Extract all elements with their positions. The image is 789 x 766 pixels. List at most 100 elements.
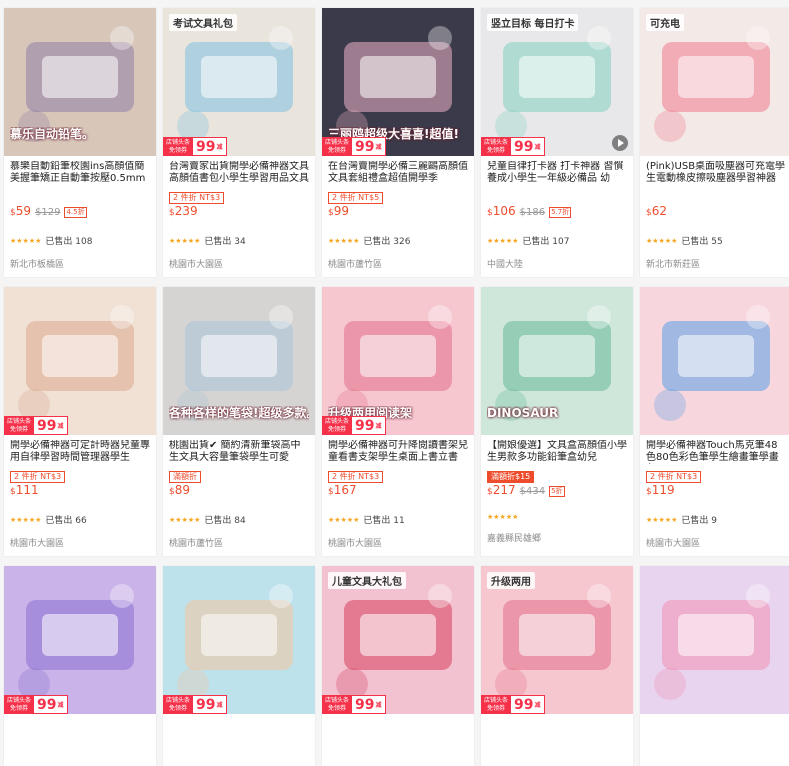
product-card[interactable]: 升级两用阅读架 店铺头条 免领券 99 减開學必備神器可升降閱讀書架兒童看書支架學生桌面… [322, 287, 474, 556]
coupon-tag-line2: 免领券 [327, 425, 346, 433]
product-card[interactable]: 可充电 (Pink)USB桌面吸塵器可充電學生電動橡皮擦吸塵器學習神器 $62 ★★★… [640, 8, 789, 277]
promo-label: 2 件折 NT$3 [328, 471, 384, 483]
product-card[interactable]: DINOSAUR 【開娘優選】文具盒高顏值小學生男款多功能鉛筆盒幼兒 滿額折$15 $… [481, 287, 633, 556]
product-image[interactable]: 三丽鸥超级大喜喜!超值! 店铺头条 免领券 99 减 [322, 8, 474, 156]
price-value: 89 [174, 483, 191, 497]
coupon-badge: 店铺头条 免领券 99 减 [322, 695, 386, 714]
coupon-tag-line2: 免领券 [168, 146, 187, 154]
coupon-unit: 减 [375, 702, 382, 709]
product-title[interactable]: 開學必備神器可定計時器兒童專用自律學習時間管理器學生 [10, 440, 150, 464]
product-card[interactable]: 店铺头条 免领券 99 减開學必備神器可定計時器兒童專用自律學習時間管理器學生 2 件折… [4, 287, 156, 556]
product-title[interactable]: 開學必備神器可升降閱讀書架兒童看書支架學生桌面上書立書 [328, 440, 468, 464]
product-title[interactable]: 桃園出貨✔ 簡約清新筆袋高中生文具大容量筆袋學生可愛 [169, 440, 309, 464]
image-banner-text: 考试文具礼包 [169, 14, 237, 31]
product-image[interactable]: 升级两用阅读架 店铺头条 免领券 99 减 [322, 287, 474, 435]
coupon-badge: 店铺头条 免领券 99 减 [4, 695, 68, 714]
product-title[interactable]: 慕樂自動鉛筆校園ins高顏值簡美握筆矯正自動筆按壓0.5mm [10, 161, 150, 185]
price-value: 167 [333, 483, 357, 497]
play-video-icon[interactable] [612, 135, 628, 151]
product-image[interactable]: 店铺头条 免领券 99 减 [163, 566, 315, 714]
coupon-unit: 减 [375, 144, 382, 151]
price-row: $106 $186 5.7折 [487, 204, 627, 220]
product-image[interactable] [640, 566, 789, 714]
price-row: $111 [10, 483, 150, 499]
product-image[interactable]: 慕乐自动铅笔。 [4, 8, 156, 156]
product-info: 開學必備神器可定計時器兒童專用自律學習時間管理器學生 2 件折 NT$3 $111 ★… [4, 435, 156, 549]
product-card[interactable]: 開學必備神器Touch馬克筆48色80色彩色筆學生繪畫筆學畫必 2 件折 NT$3… [640, 287, 789, 556]
product-image[interactable]: 店铺头条 免领券 99 减 [4, 287, 156, 435]
rating-row: ★★★★★ 已售出 66 [10, 513, 150, 527]
product-grid: 慕乐自动铅笔。 慕樂自動鉛筆校園ins高顏值簡美握筆矯正自動筆按壓0.5mm $59… [0, 0, 789, 766]
discount-badge: 4.5折 [64, 206, 87, 218]
coupon-tag-line1: 店铺头条 [6, 696, 31, 704]
promo-label: 2 件折 NT$5 [328, 192, 384, 204]
product-title[interactable]: 【開娘優選】文具盒高顏值小學生男款多功能鉛筆盒幼兒 [487, 440, 627, 464]
image-headline: DINOSAUR [487, 406, 559, 420]
product-info: 桃園出貨✔ 簡約清新筆袋高中生文具大容量筆袋學生可愛 滿額折 $89 ★★★★★ 已售出… [163, 435, 315, 549]
product-image[interactable]: 店铺头条 免领券 99 减 [4, 566, 156, 714]
coupon-unit: 减 [216, 702, 223, 709]
seller-location: 桃園市蘆竹區 [169, 539, 224, 549]
product-card[interactable]: 升级两用 店铺头条 免领券 99 减 [481, 566, 633, 766]
promo-slot: 滿額折$15 [487, 464, 627, 483]
coupon-tag-line1: 店铺头条 [483, 696, 508, 704]
sold-count: 已售出 108 [45, 237, 93, 247]
seller-location: 桃園市大園區 [646, 539, 701, 549]
product-image[interactable]: 可充电 [640, 8, 789, 156]
rating-stars-icon: ★★★★★ [646, 515, 678, 524]
rating-row: ★★★★★ 已售出 107 [487, 234, 627, 248]
product-card[interactable]: 儿童文具大礼包店铺头条 免领券 99 减 [322, 566, 474, 766]
seller-location: 桃園市大園區 [10, 539, 65, 549]
product-image[interactable]: 考试文具礼包 店铺头条 免领券 99 减 [163, 8, 315, 156]
rating-stars-icon: ★★★★★ [487, 513, 519, 521]
rating-stars-icon: ★★★★★ [328, 515, 360, 524]
promo-slot [646, 185, 786, 198]
product-title[interactable]: 台灣賣家出貨開學必備神器文具高顏值書包小學生學習用品文具 [169, 161, 309, 185]
seller-location: 新北市板橋區 [10, 260, 65, 270]
original-price: $434 [519, 486, 546, 497]
product-title[interactable]: 在台灣賣開學必備三麗鷗高顏值文具套組禮盒超值開學季 [328, 161, 468, 185]
product-card[interactable]: 竖立目标 每日打卡 店铺头条 免领券 99 减兒童自律打卡器 打卡神器 習慣養成小學生一… [481, 8, 633, 277]
product-card[interactable]: 三丽鸥超级大喜喜!超值! 店铺头条 免领券 99 减在台灣賣開學必備三麗鷗高顏值文具套組… [322, 8, 474, 277]
product-title[interactable]: (Pink)USB桌面吸塵器可充電學生電動橡皮擦吸塵器學習神器 [646, 161, 786, 185]
product-illustration [640, 566, 789, 714]
product-image[interactable]: 升级两用 店铺头条 免领券 99 减 [481, 566, 633, 714]
product-image[interactable]: 竖立目标 每日打卡 店铺头条 免领券 99 减 [481, 8, 633, 156]
coupon-amount: 99 [196, 138, 216, 155]
product-card[interactable]: 慕乐自动铅笔。 慕樂自動鉛筆校園ins高顏值簡美握筆矯正自動筆按壓0.5mm $59… [4, 8, 156, 277]
coupon-tag-line1: 店铺头条 [324, 138, 349, 146]
product-image[interactable]: DINOSAUR [481, 287, 633, 435]
product-image[interactable]: 儿童文具大礼包店铺头条 免领券 99 减 [322, 566, 474, 714]
coupon-badge: 店铺头条 免领券 99 减 [481, 695, 545, 714]
product-title[interactable]: 兒童自律打卡器 打卡神器 習慣養成小學生一年級必備品 幼 [487, 161, 627, 185]
image-banner-text: 儿童文具大礼包 [328, 572, 406, 589]
product-image[interactable]: 各种各样的笔袋!超级多款。 [163, 287, 315, 435]
current-price: $89 [169, 483, 191, 497]
coupon-badge: 店铺头条 免领券 99 减 [163, 137, 227, 156]
product-title[interactable]: 開學必備神器Touch馬克筆48色80色彩色筆學生繪畫筆學畫必 [646, 440, 786, 464]
product-card[interactable]: 店铺头条 免领券 99 减 [163, 566, 315, 766]
coupon-tag-line2: 免领券 [486, 704, 505, 712]
product-image[interactable] [640, 287, 789, 435]
rating-stars-icon: ★★★★★ [487, 236, 519, 245]
rating-stars-icon: ★★★★★ [10, 236, 42, 245]
sold-count: 已售出 66 [45, 516, 87, 526]
sold-count: 已售出 55 [681, 237, 723, 247]
product-card[interactable]: 各种各样的笔袋!超级多款。 桃園出貨✔ 簡約清新筆袋高中生文具大容量筆袋學生可愛滿… [163, 287, 315, 556]
seller-location: 嘉義縣民雄鄉 [487, 534, 542, 544]
price-row: $217 $434 5折 [487, 483, 627, 499]
rating-row: ★★★★★ 已售出 84 [169, 513, 309, 527]
coupon-unit: 减 [534, 702, 541, 709]
price-row: $62 [646, 204, 786, 220]
price-row: $119 [646, 483, 786, 499]
promo-label: 2 件折 NT$3 [169, 192, 225, 204]
product-card[interactable] [640, 566, 789, 766]
coupon-badge: 店铺头条 免领券 99 减 [163, 695, 227, 714]
product-card[interactable]: 考试文具礼包 店铺头条 免领券 99 减台灣賣家出貨開學必備神器文具高顏值書包小學生學習… [163, 8, 315, 277]
coupon-amount: 99 [196, 696, 216, 713]
seller-location: 中國大陸 [487, 260, 524, 270]
product-card[interactable]: 店铺头条 免领券 99 减 [4, 566, 156, 766]
product-info: 開學必備神器Touch馬克筆48色80色彩色筆學生繪畫筆學畫必 2 件折 NT$3… [640, 435, 789, 549]
rating-row: ★★★★★ 已售出 108 [10, 234, 150, 248]
rating-stars-icon: ★★★★★ [10, 515, 42, 524]
